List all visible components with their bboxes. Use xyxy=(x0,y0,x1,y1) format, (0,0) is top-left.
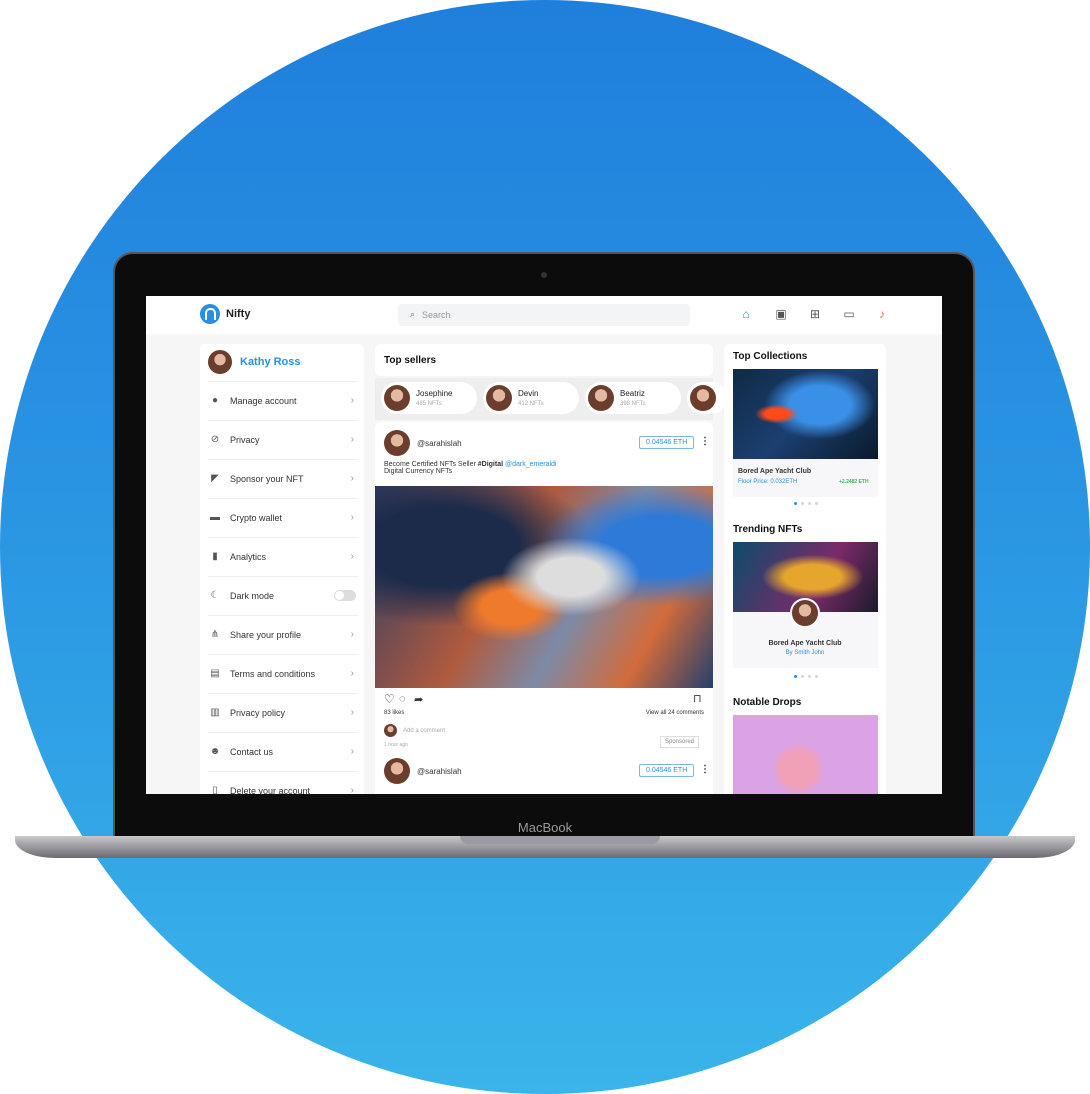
sidebar-item-sponsor-your-nft[interactable]: ◤ Sponsor your NFT › xyxy=(208,459,358,497)
avatar[interactable] xyxy=(790,598,820,628)
avatar[interactable] xyxy=(384,758,410,784)
view-comments-link[interactable]: View all 24 comments xyxy=(646,710,704,716)
contact-icon: ☻ xyxy=(209,746,221,757)
seller-card[interactable]: Josephine 485 NFTs xyxy=(381,382,477,414)
top-sellers-header: Top sellers xyxy=(375,344,713,376)
add-icon[interactable]: ⊞ xyxy=(807,307,823,321)
price-button[interactable]: 0.04546 ETH xyxy=(639,436,695,449)
lock-doc-icon: ▥ xyxy=(210,707,220,718)
laptop-brand: MacBook xyxy=(517,820,573,835)
chevron-right-icon: › xyxy=(350,512,354,523)
moon-icon: ☾ xyxy=(210,590,220,601)
sponsored-badge: Sponsored xyxy=(660,736,700,748)
more-icon[interactable]: ⋮ xyxy=(700,764,710,775)
profile[interactable]: Kathy Ross xyxy=(208,350,301,374)
avatar[interactable] xyxy=(384,430,410,456)
carousel-dots[interactable] xyxy=(794,675,818,678)
chevron-right-icon: › xyxy=(350,668,354,679)
collection-image[interactable] xyxy=(733,369,878,459)
sidebar: Kathy Ross ● Manage account › ⊘ Privacy › ◤ Spo… xyxy=(200,344,364,794)
laptop-base xyxy=(15,836,1075,858)
bell-icon[interactable]: ♪ xyxy=(874,307,890,321)
share-icon[interactable]: ➦ xyxy=(414,693,423,706)
chevron-right-icon: › xyxy=(350,629,354,640)
bar-chart-icon: ▮ xyxy=(212,551,218,562)
sidebar-item-privacy[interactable]: ⊘ Privacy › xyxy=(208,420,358,458)
post-image[interactable] xyxy=(375,486,713,688)
seller-card[interactable]: Beatriz 398 NFTs xyxy=(585,382,681,414)
post: @sarahislah 0.04546 ETH ⋮ Become Certifi… xyxy=(375,422,713,794)
right-panel: Top Collections Bored Ape Yacht Club Flo… xyxy=(724,344,886,794)
sidebar-item-analytics[interactable]: ▮ Analytics › xyxy=(208,537,358,575)
document-icon: ▤ xyxy=(210,668,220,679)
like-icon[interactable]: ♡ xyxy=(384,692,395,706)
store-icon[interactable]: ▣ xyxy=(773,307,789,321)
sidebar-item-crypto-wallet[interactable]: ▬ Crypto wallet › xyxy=(208,498,358,536)
dark-mode-toggle[interactable] xyxy=(334,590,356,601)
more-icon[interactable]: ⋮ xyxy=(700,436,710,447)
sidebar-item-dark-mode[interactable]: ☾ Dark mode xyxy=(208,576,358,614)
sidebar-item-manage-account[interactable]: ● Manage account › xyxy=(208,381,358,419)
sidebar-item-privacy-policy[interactable]: ▥ Privacy policy › xyxy=(208,693,358,731)
price-button[interactable]: 0.04546 ETH xyxy=(639,764,695,777)
sidebar-item-share-your-profile[interactable]: ⋔ Share your profile › xyxy=(208,615,358,653)
comment-icon[interactable]: ◌ xyxy=(399,693,406,705)
seller-card[interactable] xyxy=(687,382,727,414)
carousel-dots[interactable] xyxy=(794,502,818,505)
post-caption: Become Certified NFTs Seller #Digital @d… xyxy=(384,461,557,475)
share-icon: ⋔ xyxy=(210,629,220,640)
chevron-right-icon: › xyxy=(350,746,354,757)
search-input[interactable]: ⌕ Search xyxy=(398,304,690,326)
home-icon[interactable]: ⌂ xyxy=(738,307,754,321)
sidebar-item-contact-us[interactable]: ☻ Contact us › xyxy=(208,732,358,770)
user-icon: ● xyxy=(211,395,219,406)
megaphone-icon: ◤ xyxy=(211,473,219,484)
post-username[interactable]: @sarahislah xyxy=(417,439,462,448)
logo[interactable]: Nifty xyxy=(200,304,250,324)
bookmark-icon[interactable]: ⊓ xyxy=(693,692,702,705)
sidebar-item-terms-and-conditions[interactable]: ▤ Terms and conditions › xyxy=(208,654,358,692)
seller-card[interactable]: Devin 412 NFTs xyxy=(483,382,579,414)
top-sellers-list: Josephine 485 NFTs Devin 412 NFTs Beatriz 3… xyxy=(375,378,727,420)
chevron-right-icon: › xyxy=(350,434,354,445)
webcam xyxy=(541,272,547,278)
eye-off-icon: ⊘ xyxy=(210,434,220,445)
message-icon[interactable]: ▭ xyxy=(841,307,857,321)
notable-drop-image[interactable] xyxy=(733,715,878,794)
top-bar: Nifty ⌕ Search ⌂ ▣ ⊞ ▭ ♪ xyxy=(146,296,942,334)
trash-icon: ▯ xyxy=(212,785,218,794)
app-screen: Nifty ⌕ Search ⌂ ▣ ⊞ ▭ ♪ Kathy Ross ● Mana… xyxy=(146,296,942,794)
search-icon: ⌕ xyxy=(410,309,416,319)
logo-icon xyxy=(200,304,220,324)
chevron-right-icon: › xyxy=(350,395,354,406)
chevron-right-icon: › xyxy=(350,707,354,718)
chevron-right-icon: › xyxy=(350,473,354,484)
avatar xyxy=(208,350,232,374)
chevron-right-icon: › xyxy=(350,551,354,562)
chevron-right-icon: › xyxy=(350,785,354,794)
sidebar-item-delete-your-account[interactable]: ▯ Delete your account › xyxy=(208,771,358,794)
wallet-icon: ▬ xyxy=(210,512,220,523)
comment-input[interactable]: Add a comment xyxy=(403,728,445,734)
